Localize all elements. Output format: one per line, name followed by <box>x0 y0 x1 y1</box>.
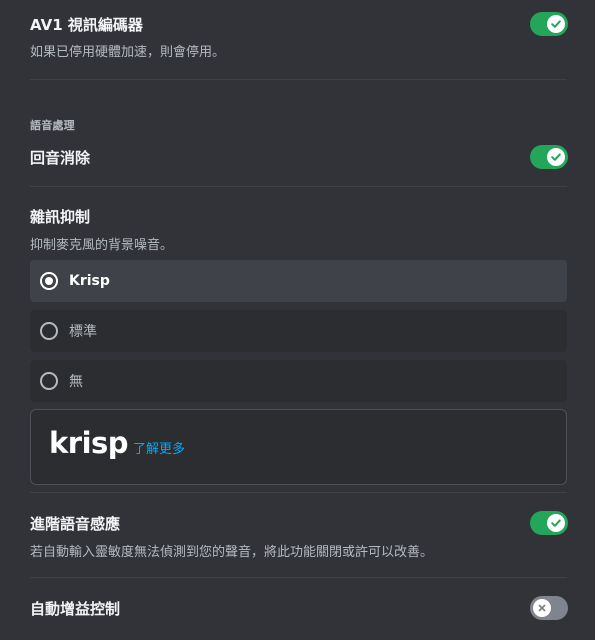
noise-suppression-title: 雜訊抑制 <box>30 208 91 226</box>
noise-option-none[interactable]: 無 <box>30 360 567 402</box>
check-icon <box>547 15 565 33</box>
advanced-voice-activity-title: 進階語音感應 <box>30 515 121 533</box>
advanced-voice-activity-toggle[interactable] <box>530 511 568 535</box>
divider <box>30 577 567 578</box>
radio-selected-icon <box>40 272 58 290</box>
check-icon <box>547 514 565 532</box>
echo-cancellation-toggle[interactable] <box>530 145 568 169</box>
automatic-gain-control-toggle[interactable] <box>530 596 568 620</box>
close-icon <box>533 599 551 617</box>
noise-option-krisp[interactable]: Krisp <box>30 260 567 302</box>
noise-suppression-description: 抑制麥克風的背景噪音。 <box>30 238 174 253</box>
check-icon <box>547 148 565 166</box>
krisp-card: krisp 了解更多 <box>30 409 567 485</box>
radio-unselected-icon <box>40 372 58 390</box>
noise-option-standard[interactable]: 標準 <box>30 310 567 352</box>
av1-codec-toggle[interactable] <box>530 12 568 36</box>
noise-option-label: 無 <box>69 374 83 390</box>
automatic-gain-control-title: 自動增益控制 <box>30 600 121 618</box>
noise-option-label: Krisp <box>69 273 110 289</box>
divider <box>30 492 567 493</box>
learn-more-link[interactable]: 了解更多 <box>133 438 185 457</box>
av1-codec-title: AV1 視訊編碼器 <box>30 16 143 34</box>
advanced-voice-activity-description: 若自動輸入靈敏度無法偵測到您的聲音，將此功能關閉或許可以改善。 <box>30 545 434 560</box>
krisp-logo: krisp <box>49 426 129 460</box>
divider <box>30 186 567 187</box>
radio-unselected-icon <box>40 322 58 340</box>
echo-cancellation-title: 回音消除 <box>30 149 91 167</box>
divider <box>30 79 567 80</box>
noise-option-label: 標準 <box>69 324 97 340</box>
voice-processing-section-label: 語音處理 <box>30 119 75 132</box>
av1-codec-description: 如果已停用硬體加速，則會停用。 <box>30 45 226 60</box>
